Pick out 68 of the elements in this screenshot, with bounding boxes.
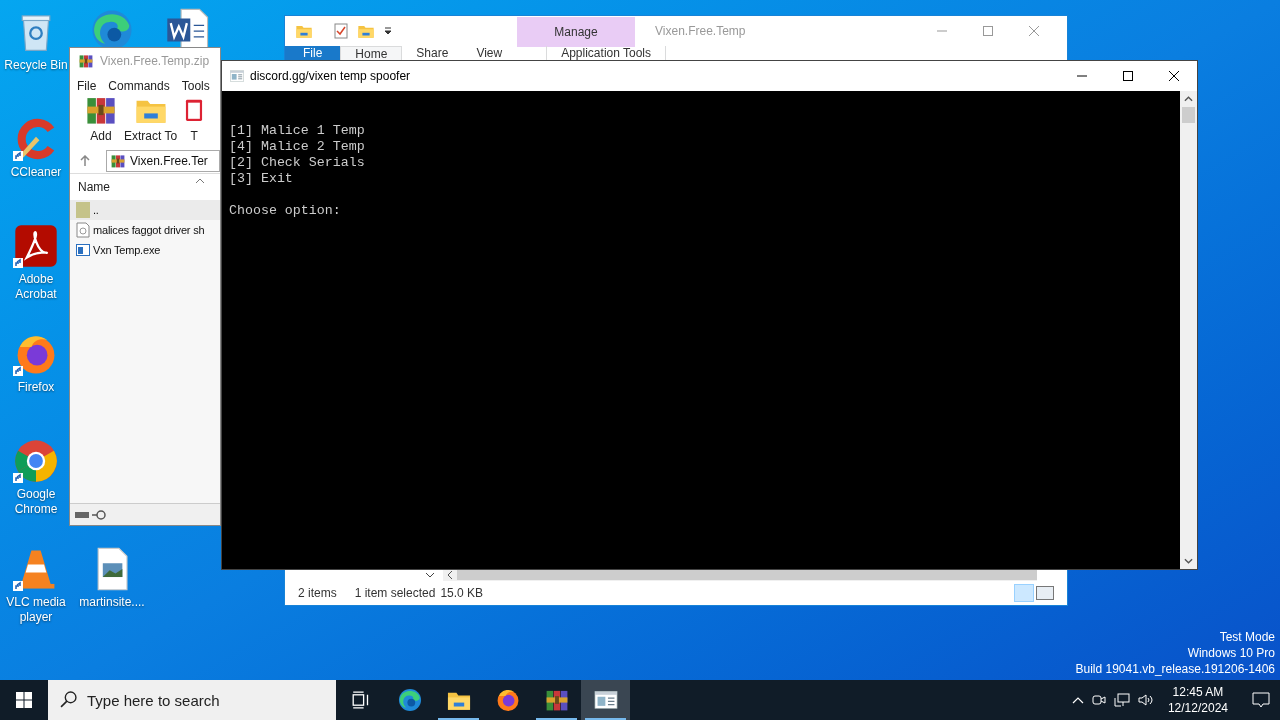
system-notice-line: Windows 10 Pro [1187,645,1275,661]
toolbar-button[interactable]: Extract To [124,93,178,145]
ribbon-tab[interactable]: View [462,46,517,60]
close-icon [1169,71,1179,81]
file-row[interactable]: .. [70,200,220,220]
console-line: [1] Malice 1 Temp [229,123,366,139]
system-notice-line: Test Mode [1219,629,1275,645]
chrome-icon [13,438,59,484]
close-icon [1029,26,1039,36]
ribbon-tab[interactable]: Share [402,46,463,60]
scroll-down-icon[interactable] [1184,558,1193,564]
file-row[interactable]: Vxn Temp.exe [70,240,220,260]
scroll-up-icon[interactable] [1184,96,1193,102]
up-arrow-icon[interactable] [80,154,90,167]
window-title: Vixen.Free.Temp [655,23,746,40]
search-field[interactable]: Type here to search [48,680,336,720]
properties-icon[interactable] [333,23,349,39]
menu-item[interactable]: Tools [181,77,210,95]
network-icon[interactable] [1113,693,1130,707]
large-icons-view-button[interactable] [1036,586,1054,600]
console-window-icon [229,68,245,84]
edge-icon [396,687,423,713]
ribbon-tab[interactable]: File [285,46,341,60]
console-line: [3] Exit [229,171,294,187]
toolbar-button[interactable]: T [183,93,206,145]
menu-item[interactable]: File [77,77,97,95]
toolbar-button[interactable]: Add [84,93,118,145]
maximize-icon [1123,71,1133,81]
window-title: Vixen.Free.Temp.zip [100,53,210,70]
books-icon [78,53,94,69]
maximize-icon [983,26,993,36]
clock[interactable]: 12:45 AM 12/12/2024 [1161,684,1234,716]
console-prompt: Choose option: [229,203,342,219]
desktop-icon-label[interactable]: VLC media player [0,595,72,625]
desktop-icon-label[interactable]: Google Chrome [0,487,72,517]
folder-icon [76,202,90,218]
console-line: [2] Check Serials [229,155,366,171]
chevron-up-icon[interactable] [1071,696,1084,704]
application-icon [76,244,90,256]
taskbar-app-button[interactable] [581,680,630,720]
window-title: discord.gg/vixen temp spoofer [250,68,411,85]
vertical-scrollbar[interactable] [1180,91,1197,569]
ribbon-tab[interactable]: Home [340,46,403,60]
console-line: [4] Malice 2 Temp [229,139,366,155]
system-notice-line: Build 19041.vb_release.191206-1406 [1075,661,1275,677]
selection-size: 15.0 KB [440,585,484,602]
document-icon [76,222,90,238]
sort-caret-icon [195,178,205,184]
drive-and-key-icon [75,509,109,520]
item-count: 2 items [298,585,337,602]
chevron-down-icon[interactable] [425,570,435,580]
selection-status: 1 item selected [354,585,436,602]
speaker-icon[interactable] [1137,693,1154,707]
menu-item[interactable]: Commands [108,77,170,95]
desktop-icon-label[interactable]: martinsite.... [79,595,145,610]
notification-icon[interactable] [1252,692,1270,708]
windows-icon [16,692,32,708]
acrobat-icon [13,223,59,269]
address-field[interactable]: Vixen.Free.Ter [106,149,220,172]
scroll-thumb[interactable] [1182,107,1195,123]
scroll-left-icon[interactable] [447,570,453,580]
dropdown-caret-icon[interactable] [383,26,393,36]
context-tab[interactable]: Manage [517,17,635,47]
camera-icon[interactable] [1091,693,1106,707]
search-icon [60,691,77,708]
books-icon [110,152,126,169]
column-header[interactable]: Name [78,178,110,196]
file-row[interactable]: malices faggot driver sh [70,220,220,240]
